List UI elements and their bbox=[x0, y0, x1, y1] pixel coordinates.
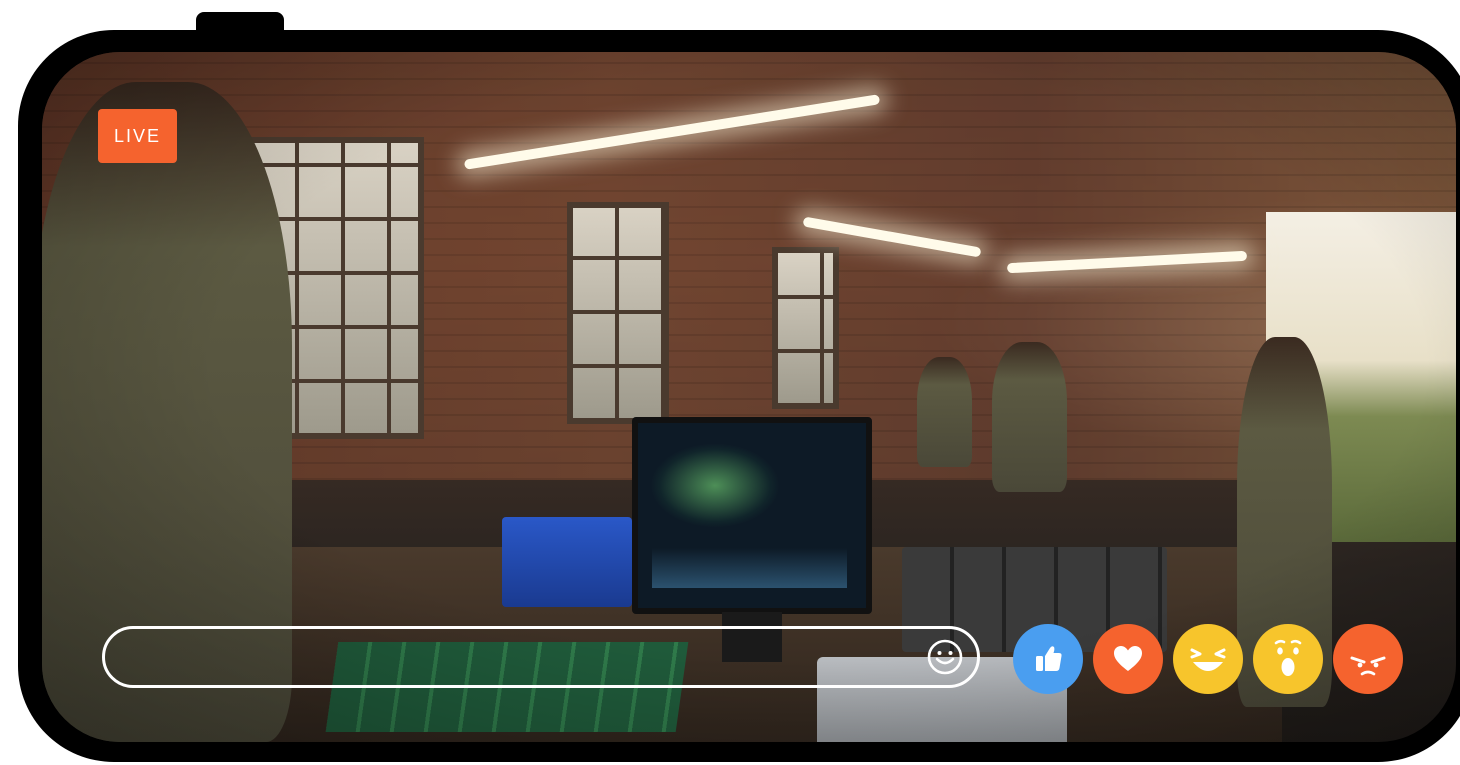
love-reaction-button[interactable] bbox=[1093, 624, 1163, 694]
emoji-button[interactable] bbox=[925, 637, 965, 677]
smiley-icon bbox=[927, 639, 963, 675]
live-badge: LIVE bbox=[98, 109, 177, 163]
laughing-face-icon bbox=[1190, 648, 1226, 671]
comment-bar[interactable] bbox=[102, 626, 980, 688]
heart-icon bbox=[1114, 646, 1142, 671]
angry-face-icon bbox=[1350, 656, 1386, 676]
comment-input[interactable] bbox=[133, 629, 917, 687]
angry-reaction-button[interactable] bbox=[1333, 624, 1403, 694]
surprised-face-icon bbox=[1274, 639, 1302, 676]
wow-reaction-button[interactable] bbox=[1253, 624, 1323, 694]
thumbs-up-icon bbox=[1036, 646, 1062, 671]
haha-reaction-button[interactable] bbox=[1173, 624, 1243, 694]
like-reaction-button[interactable] bbox=[1013, 624, 1083, 694]
